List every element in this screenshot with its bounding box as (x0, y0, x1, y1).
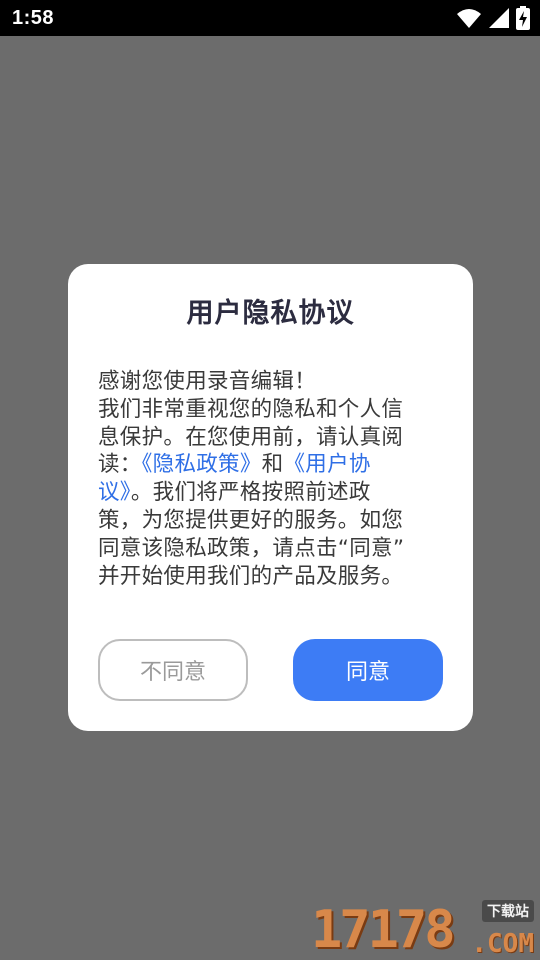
status-time: 1:58 (12, 7, 55, 29)
dialog-body: 感谢您使用录音编辑！ 我们非常重视您的隐私和个人信 息保护。在您使用前，请认真阅… (98, 368, 448, 590)
status-bar: 1:58 (0, 0, 540, 36)
body-line: 息保护。在您使用前，请认真阅 (98, 424, 404, 450)
watermark-tag: 下载站 (482, 900, 534, 922)
body-text: 和 (261, 452, 284, 478)
body-line: 策，为您提供更好的服务。如您 (98, 507, 404, 533)
body-line: 并开始使用我们的产品及服务。 (98, 563, 404, 589)
cellular-signal-icon (488, 7, 510, 29)
dialog-title: 用户隐私协议 (186, 298, 355, 329)
body-line: 议》。我们将严格按照前述政 (98, 479, 448, 507)
battery-charging-icon (516, 6, 530, 30)
user-agreement-link-continued[interactable]: 议》 (98, 480, 131, 505)
user-agreement-link[interactable]: 《用户协 (283, 452, 370, 477)
watermark-domain: .COM (471, 929, 534, 959)
privacy-agreement-dialog: 用户隐私协议 感谢您使用录音编辑！ 我们非常重视您的隐私和个人信 息保护。在您使… (68, 264, 473, 731)
watermark-number: 17178 (311, 900, 456, 960)
body-line: 感谢您使用录音编辑！ (98, 369, 317, 394)
body-text: 。我们将严格按照前述政 (130, 480, 371, 506)
body-line: 我们非常重视您的隐私和个人信 (98, 396, 404, 422)
agree-button[interactable]: 同意 (293, 639, 443, 701)
privacy-policy-link[interactable]: 《隐私政策》 (142, 452, 262, 477)
disagree-button[interactable]: 不同意 (98, 639, 248, 701)
body-line: 同意该隐私政策，请点击“同意” (98, 535, 405, 561)
body-text: 读： (98, 452, 142, 478)
body-line: 读：《隐私政策》和《用户协 (98, 451, 448, 479)
site-watermark: 17178 下载站 .COM (311, 898, 536, 960)
wifi-icon (456, 7, 482, 29)
status-icons (456, 5, 530, 31)
